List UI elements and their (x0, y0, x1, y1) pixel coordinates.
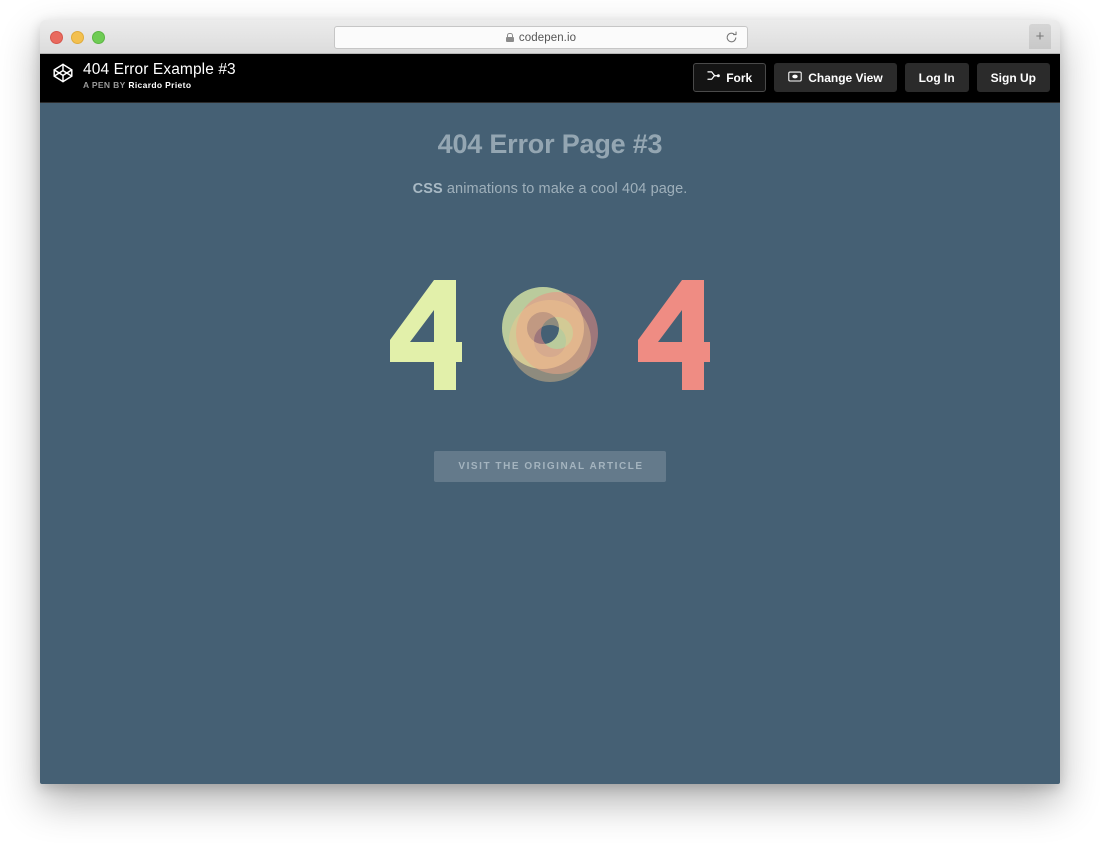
close-window-button[interactable] (50, 31, 63, 44)
ring-layer-amber (509, 300, 591, 382)
error-digit-0-ring (502, 287, 598, 383)
error-digit-4-left (390, 280, 462, 390)
pen-title-block: 404 Error Example #3 A PEN BY Ricardo Pr… (83, 59, 236, 91)
browser-titlebar: codepen.io + (40, 20, 1060, 54)
new-tab-button[interactable]: + (1029, 24, 1051, 49)
address-bar-url: codepen.io (518, 31, 577, 44)
page-title: 404 Error Page #3 (437, 129, 663, 159)
codepen-logo-icon[interactable] (52, 62, 74, 84)
error-digit-4-right (638, 280, 710, 390)
pen-preview-content: 404 Error Page #3 CSS animations to make… (40, 103, 1060, 784)
fork-button[interactable]: Fork (693, 63, 767, 92)
fork-icon (707, 70, 721, 85)
pen-byline-author[interactable]: Ricardo Prieto (128, 80, 191, 90)
cta-container: Visit the original article (40, 451, 1060, 482)
change-view-icon (788, 71, 802, 85)
zoom-window-button[interactable] (92, 31, 105, 44)
reload-icon[interactable] (725, 31, 738, 44)
pen-brand: 404 Error Example #3 A PEN BY Ricardo Pr… (52, 59, 236, 91)
address-bar-content: codepen.io (505, 31, 577, 44)
pen-byline: A PEN BY Ricardo Prieto (83, 80, 236, 91)
pen-actions: Fork Change View Log In Sign Up (693, 63, 1050, 92)
minimize-window-button[interactable] (71, 31, 84, 44)
window-traffic-lights (50, 31, 105, 44)
codepen-header: 404 Error Example #3 A PEN BY Ricardo Pr… (40, 54, 1060, 103)
change-view-button[interactable]: Change View (774, 63, 897, 92)
page-subtitle: CSS animations to make a cool 404 page. (40, 160, 1060, 197)
address-bar[interactable]: codepen.io (334, 26, 748, 49)
change-view-button-label: Change View (808, 70, 883, 85)
pen-title: 404 Error Example #3 (83, 61, 236, 78)
visit-original-article-button[interactable]: Visit the original article (434, 451, 666, 482)
fork-button-label: Fork (726, 70, 753, 85)
sign-up-button[interactable]: Sign Up (976, 63, 1050, 92)
lock-icon (505, 33, 514, 42)
error-code-graphic (40, 275, 1060, 395)
pen-byline-label: A PEN BY (83, 80, 126, 90)
browser-window: codepen.io + 404 Error Example #3 A PEN … (40, 20, 1060, 784)
log-in-button[interactable]: Log In (904, 63, 969, 92)
page-subtitle-emphasis: CSS (412, 181, 443, 197)
page-subtitle-rest: animations to make a cool 404 page. (442, 181, 688, 197)
